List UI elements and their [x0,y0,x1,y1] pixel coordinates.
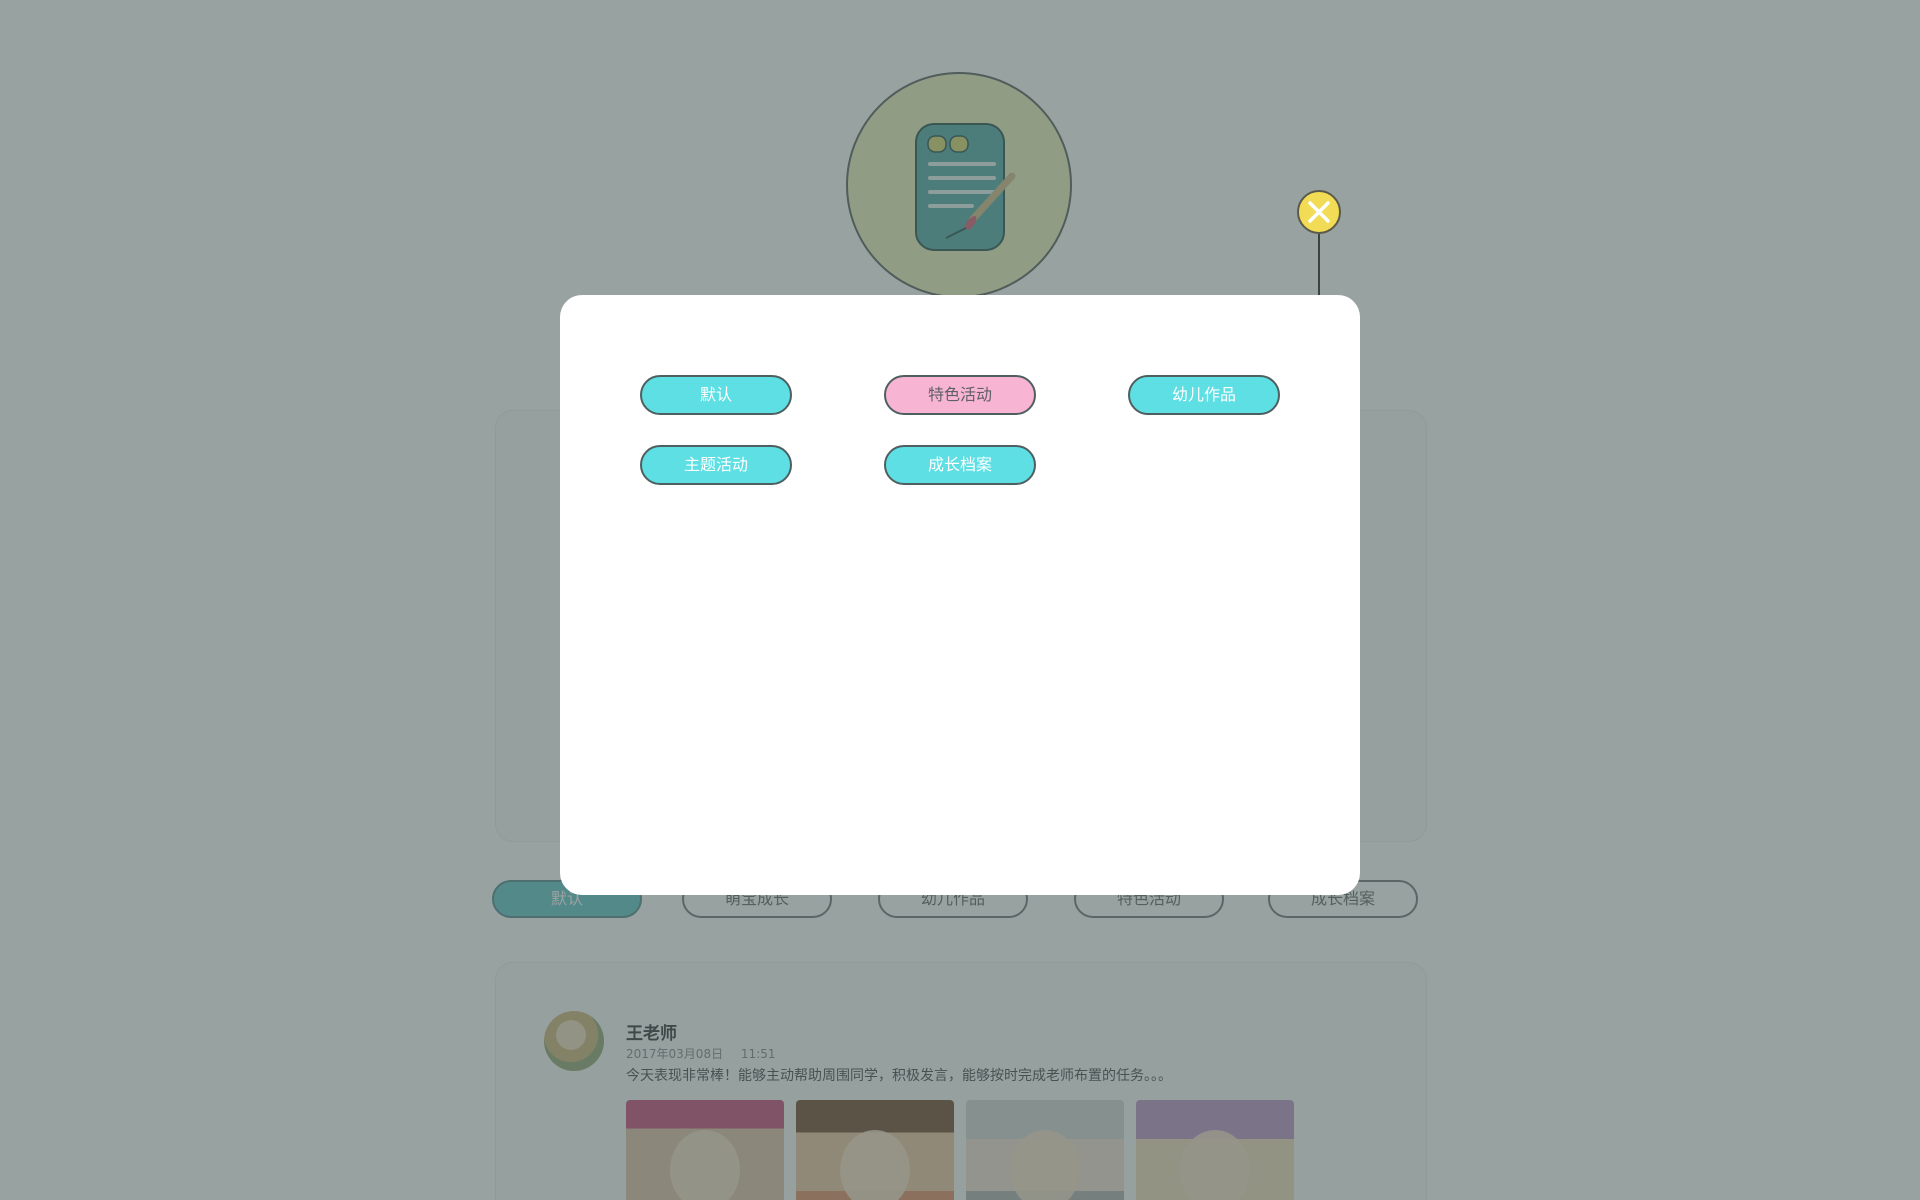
category-button-children-works[interactable]: 幼儿作品 [1128,375,1280,415]
category-button-theme-activities[interactable]: 主题活动 [640,445,792,485]
category-button-growth-archive[interactable]: 成长档案 [884,445,1036,485]
close-icon [1308,201,1330,223]
category-modal: 默认 特色活动 幼儿作品 主题活动 成长档案 [560,295,1360,895]
close-button[interactable] [1297,190,1341,234]
category-button-special-activities[interactable]: 特色活动 [884,375,1036,415]
close-connector-line [1318,234,1320,296]
category-button-default[interactable]: 默认 [640,375,792,415]
